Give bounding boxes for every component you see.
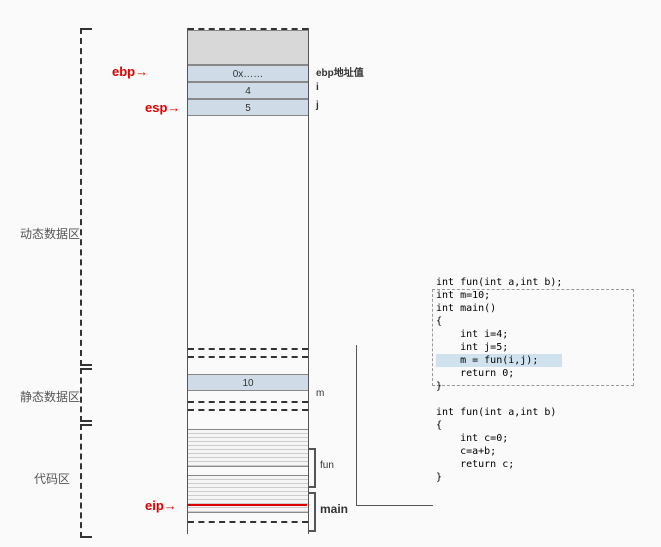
label-ebp-addr: ebp地址值 [316, 64, 364, 79]
code-listing: int fun(int a,int b); int m=10; int main… [436, 263, 562, 484]
arrow-icon: → [135, 64, 148, 79]
code-l14: return c; [436, 459, 514, 470]
label-main: main [320, 502, 348, 516]
memory-column: 0x…… 4 5 10 [187, 28, 309, 534]
brace-main [308, 492, 316, 532]
code-fun-block [188, 429, 308, 467]
code-gap [188, 467, 308, 475]
ptr-ebp-text: ebp [112, 64, 135, 79]
code-l10: int fun(int a,int b) [436, 407, 556, 418]
code-empty-top [188, 411, 308, 429]
region-code-label: 代码区 [34, 470, 70, 487]
code-l6: int j=5; [436, 342, 508, 353]
ptr-ebp: ebp→ [112, 64, 148, 79]
label-i: i [316, 82, 319, 93]
sep2 [188, 401, 308, 409]
code-l13: c=a+b; [436, 446, 496, 457]
bot-dash [188, 521, 308, 523]
region-static-label: 静态数据区 [20, 388, 80, 405]
cell-j: 5 [188, 99, 308, 116]
arrow-icon: → [167, 100, 180, 115]
code-l1: int fun(int a,int b); [436, 277, 562, 288]
code-l3: int main() [436, 303, 496, 314]
cell-ebp-addr: 0x…… [188, 65, 308, 82]
ptr-eip-text: eip [145, 498, 164, 513]
arrow-icon: → [164, 498, 177, 513]
region-dynamic-label: 动态数据区 [20, 225, 80, 242]
label-m: m [316, 388, 324, 399]
dynamic-empty [188, 116, 308, 348]
cell-padding [188, 30, 308, 65]
eip-line [187, 504, 307, 506]
label-j: j [316, 100, 319, 111]
code-l8: return 0; [436, 368, 514, 379]
connector-line [356, 345, 433, 506]
sep1 [188, 348, 308, 356]
code-l15: } [436, 472, 442, 483]
brace-static [80, 368, 92, 422]
code-l4: { [436, 316, 442, 327]
ptr-eip: eip→ [145, 498, 177, 513]
code-main-block [188, 475, 308, 513]
code-l7-highlight: m = fun(i,j); [436, 354, 562, 367]
static-empty-bot [188, 391, 308, 401]
code-l5: int i=4; [436, 329, 508, 340]
code-l9: } [436, 381, 442, 392]
code-l12: int c=0; [436, 433, 508, 444]
brace-fun [308, 448, 316, 488]
ptr-esp: esp→ [145, 100, 180, 115]
static-empty-top [188, 358, 308, 374]
cell-m: 10 [188, 374, 308, 391]
code-l11: { [436, 420, 442, 431]
label-fun: fun [320, 460, 334, 471]
code-l2: int m=10; [436, 290, 490, 301]
brace-dynamic [80, 28, 92, 366]
brace-code [80, 424, 92, 538]
cell-i: 4 [188, 82, 308, 99]
ptr-esp-text: esp [145, 100, 167, 115]
